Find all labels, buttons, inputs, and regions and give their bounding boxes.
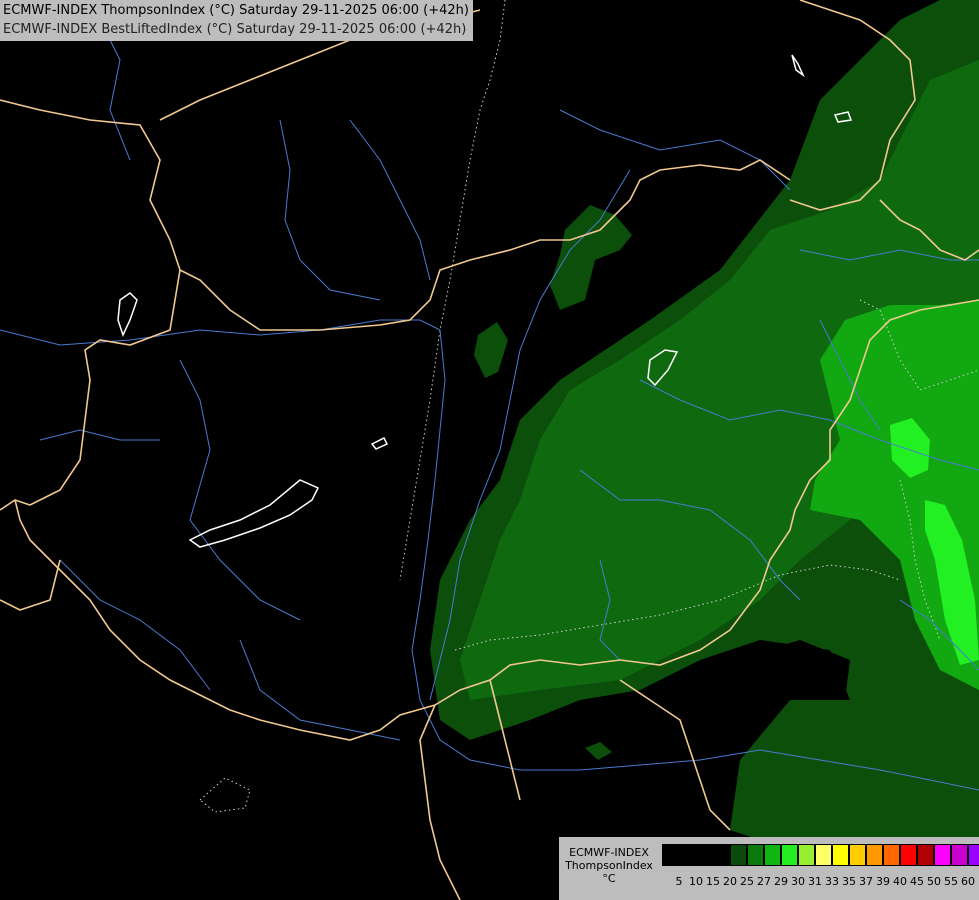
legend-swatch bbox=[764, 844, 781, 866]
legend-swatch bbox=[832, 844, 849, 866]
legend-tick-label: 45 bbox=[910, 875, 924, 888]
legend-swatch bbox=[815, 844, 832, 866]
legend-model: ECMWF-INDEX bbox=[569, 846, 649, 859]
legend-swatch bbox=[900, 844, 917, 866]
title-thompson-index: ECMWF-INDEX ThompsonIndex (°C) Saturday … bbox=[3, 3, 469, 18]
legend-swatch bbox=[934, 844, 951, 866]
weather-map bbox=[0, 0, 979, 900]
legend-swatch bbox=[662, 844, 679, 866]
legend-swatch bbox=[951, 844, 968, 866]
legend-tick-label: 60 bbox=[961, 875, 975, 888]
title-best-lifted-index: ECMWF-INDEX BestLiftedIndex (°C) Saturda… bbox=[3, 22, 467, 37]
legend-swatch bbox=[696, 844, 713, 866]
legend-swatch bbox=[747, 844, 764, 866]
legend-swatch bbox=[730, 844, 747, 866]
legend-tick-label: 40 bbox=[893, 875, 907, 888]
legend-tick-label: 10 bbox=[689, 875, 703, 888]
legend-unit: °C bbox=[602, 872, 616, 885]
legend-swatch bbox=[883, 844, 900, 866]
colorbar-legend: ECMWF-INDEX ThompsonIndex °C 5 10 15 20 25 27… bbox=[559, 837, 979, 900]
legend-tick-label: 27 bbox=[757, 875, 771, 888]
legend-tick-label: 20 bbox=[723, 875, 737, 888]
map-title-box: ECMWF-INDEX ThompsonIndex (°C) Saturday … bbox=[0, 0, 473, 41]
legend-swatch bbox=[849, 844, 866, 866]
legend-tick-label: 50 bbox=[927, 875, 941, 888]
legend-tick-label: 35 bbox=[842, 875, 856, 888]
legend-ticks: 5 10 15 20 25 27 29 30 31 33 35 37 39 40 45 50 55 60 bbox=[662, 875, 979, 889]
legend-swatch bbox=[781, 844, 798, 866]
legend-tick-label: 55 bbox=[944, 875, 958, 888]
legend-tick-label: 25 bbox=[740, 875, 754, 888]
legend-swatch bbox=[679, 844, 696, 866]
legend-tick-label: 33 bbox=[825, 875, 839, 888]
legend-swatch bbox=[917, 844, 934, 866]
legend-tick-label: 39 bbox=[876, 875, 890, 888]
legend-tick-label: 5 bbox=[675, 875, 683, 888]
legend-parameter: ThompsonIndex bbox=[565, 859, 653, 872]
legend-swatch bbox=[968, 844, 979, 866]
legend-tick-label: 29 bbox=[774, 875, 788, 888]
legend-swatch bbox=[798, 844, 815, 866]
legend-swatch bbox=[713, 844, 730, 866]
legend-tick-label: 31 bbox=[808, 875, 822, 888]
legend-tick-label: 37 bbox=[859, 875, 873, 888]
legend-swatch bbox=[866, 844, 883, 866]
legend-swatches bbox=[662, 844, 979, 866]
legend-tick-label: 30 bbox=[791, 875, 805, 888]
legend-label: ECMWF-INDEX ThompsonIndex °C bbox=[559, 846, 659, 885]
legend-tick-label: 15 bbox=[706, 875, 720, 888]
